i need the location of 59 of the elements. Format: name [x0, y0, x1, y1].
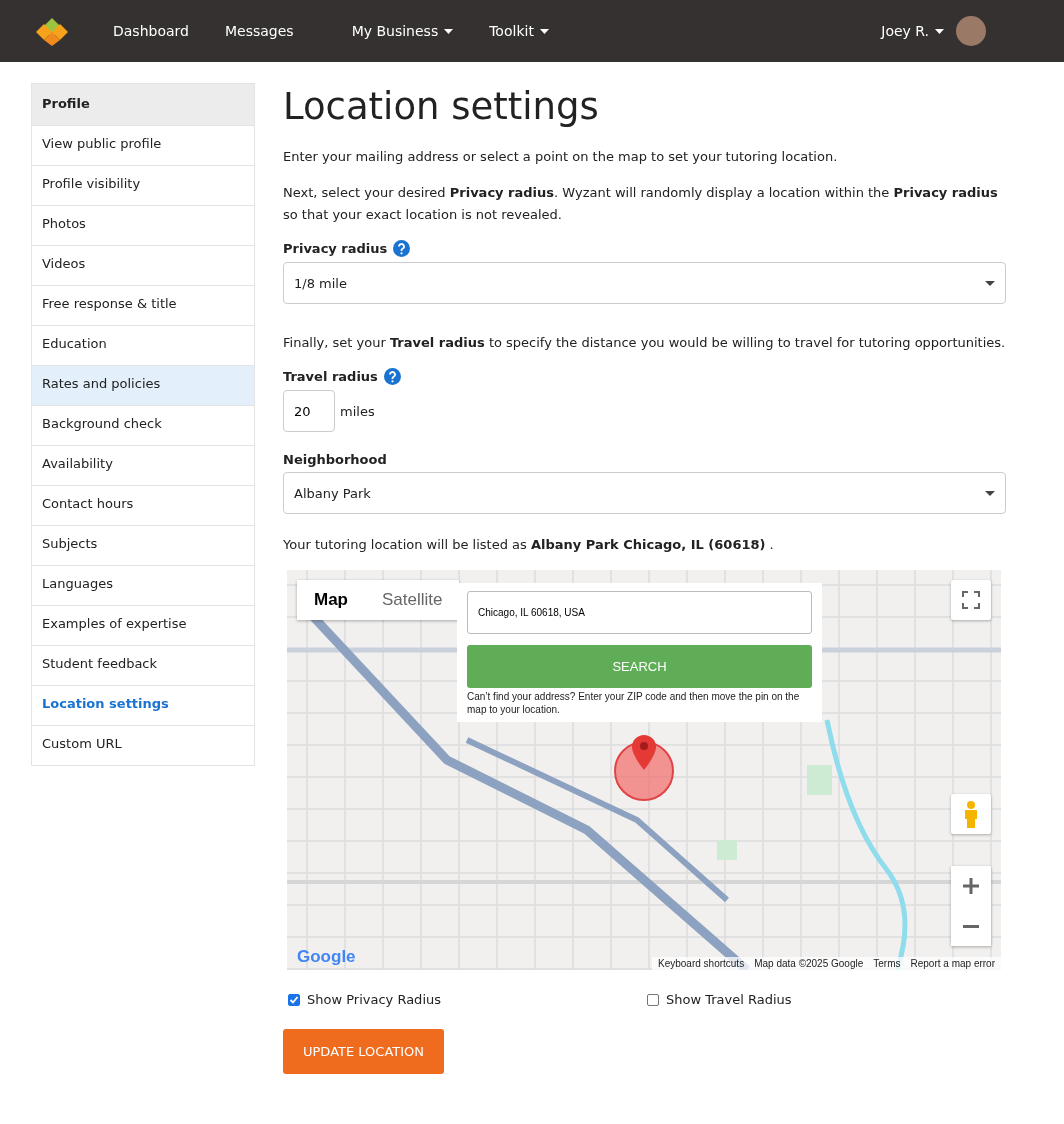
sidebar-item[interactable]: Subjects: [32, 525, 254, 565]
listing-text: Your tutoring location will be listed as Albany Park Chicago, IL (60618) .: [283, 536, 775, 554]
map-help-text: Can’t find your address? Enter your ZIP code and then move the pin on the map to your location.: [467, 690, 801, 716]
map-footer-link[interactable]: Keyboard shortcuts: [658, 958, 745, 969]
sidebar-item[interactable]: Profile visibility: [32, 165, 254, 205]
unit-label: miles: [340, 403, 375, 419]
sidebar-item[interactable]: Examples of expertise: [32, 605, 254, 645]
zoom-out-button[interactable]: [951, 906, 991, 946]
sidebar-item[interactable]: Photos: [32, 205, 254, 245]
caret-icon: [985, 490, 995, 496]
help-icon[interactable]: [393, 240, 411, 257]
sidebar-item[interactable]: Videos: [32, 245, 254, 285]
sidebar-item[interactable]: View public profile: [32, 125, 254, 165]
field-label: Privacy radius: [283, 241, 388, 256]
nav-link[interactable]: My Business: [351, 23, 454, 39]
checkbox-label: Show Travel Radius: [666, 992, 792, 1007]
sidebar-item[interactable]: Location settings: [32, 685, 254, 725]
person-icon: [962, 800, 980, 828]
sidebar-item[interactable]: Rates and policies: [32, 365, 254, 405]
field-label: Neighborhood: [283, 452, 387, 467]
sidebar-item[interactable]: Custom URL: [32, 725, 254, 765]
sidebar-item[interactable]: Contact hours: [32, 485, 254, 525]
privacy-radius-select[interactable]: 1/8 mile: [283, 262, 1006, 304]
map-footer-link[interactable]: Map data ©2025 Google: [754, 958, 864, 969]
nav-link[interactable]: Messages: [224, 23, 294, 39]
help-icon[interactable]: [383, 368, 401, 385]
field-label: Travel radius: [283, 369, 378, 384]
fullscreen-button[interactable]: [951, 580, 991, 620]
sidebar-item[interactable]: Languages: [32, 565, 254, 605]
travel-description: Finally, set your Travel radius to specify the distance you would be willing to travel for tutoring opportunities.: [283, 334, 1006, 352]
sidebar-item[interactable]: Availability: [32, 445, 254, 485]
checkbox-label: Show Privacy Radius: [307, 992, 441, 1007]
travel-radius-input[interactable]: 20: [283, 390, 335, 432]
address-input[interactable]: Chicago, IL 60618, USA: [467, 591, 812, 634]
page-title: Location settings: [283, 85, 600, 128]
minus-icon: [962, 924, 980, 928]
fullscreen-icon: [962, 591, 980, 609]
caret-icon: [985, 280, 995, 286]
sidebar-item[interactable]: Free response & title: [32, 285, 254, 325]
map-type-tab[interactable]: Map: [297, 580, 365, 620]
nav-link[interactable]: Dashboard: [113, 23, 189, 39]
privacy-description: Next, select your desired Privacy radius. Wyzant will randomly display a location within the Privacy radius so that your exact location is not revealed.: [283, 184, 999, 224]
logo-icon[interactable]: [34, 16, 70, 46]
sidebar-item[interactable]: Student feedback: [32, 645, 254, 685]
sidebar-heading: Profile: [32, 84, 254, 125]
user-menu[interactable]: Joey R.: [881, 23, 944, 39]
map-logo: Google: [297, 947, 356, 967]
neighborhood-select[interactable]: Albany Park: [283, 472, 1006, 514]
sidebar-item[interactable]: Background check: [32, 405, 254, 445]
avatar[interactable]: [956, 16, 986, 46]
map-type-tab[interactable]: Satellite: [365, 580, 460, 620]
map-footer-link[interactable]: Report a map error: [910, 958, 995, 969]
checkbox[interactable]: [647, 993, 659, 1006]
zoom-in-button[interactable]: [951, 866, 991, 906]
plus-icon: [962, 877, 980, 895]
intro-text: Enter your mailing address or select a point on the map to set your tutoring location.: [283, 148, 839, 166]
checkbox[interactable]: [288, 993, 300, 1006]
map-footer-link[interactable]: Terms: [873, 958, 901, 969]
nav-link[interactable]: Toolkit: [489, 23, 549, 39]
